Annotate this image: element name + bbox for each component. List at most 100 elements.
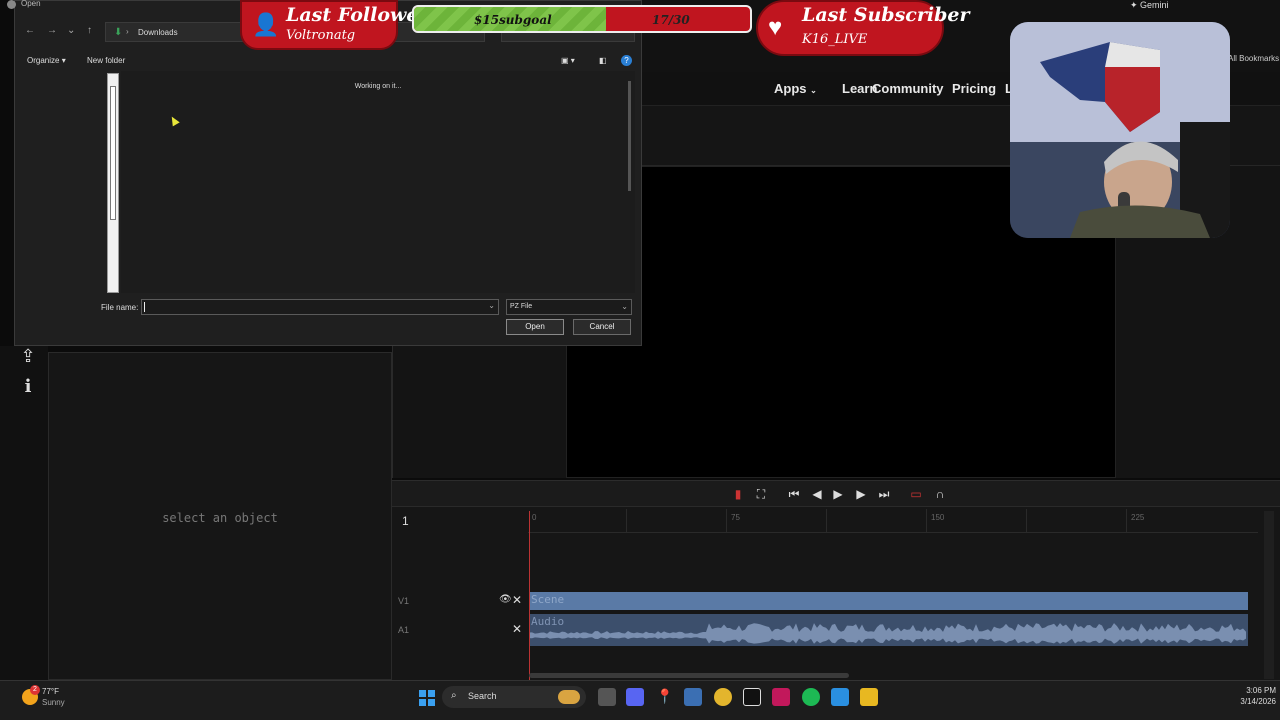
play-icon[interactable]: ▶ [830,486,846,502]
close-icon[interactable]: ✕ [512,622,522,636]
subscriber-title: Last Subscriber [802,4,970,26]
task-view-icon[interactable] [598,688,616,706]
loop-icon[interactable]: ▭ [908,486,924,502]
properties-panel: select an object [48,352,392,680]
weather-temperature[interactable]: 77°F [42,687,59,696]
breadcrumb-downloads[interactable]: Downloads [138,28,178,37]
up-arrow-icon[interactable]: ↑ [87,25,92,36]
chevron-down-icon: ⌄ [810,86,817,95]
open-button[interactable]: Open [506,319,564,335]
cancel-button[interactable]: Cancel [573,319,631,335]
discord-icon[interactable] [626,688,644,706]
audio-clip[interactable]: Audio [529,614,1248,646]
eye-icon[interactable]: 👁 [499,594,512,605]
record-icon[interactable]: ▮ [730,486,746,502]
ruler-tick: 150 [931,513,945,522]
ruler-line [626,509,627,533]
scrollbar-thumb[interactable] [110,86,116,220]
chrome-icon [7,0,16,9]
all-bookmarks[interactable]: All Bookmarks [1228,54,1279,63]
step-back-icon[interactable]: ◀ [809,486,825,502]
nav-pricing[interactable]: Pricing [952,81,996,96]
dialog-title: Open [21,0,41,8]
editor-icon[interactable] [831,688,849,706]
goal-count: 17/30 [652,13,690,27]
search-highlight-icon [558,690,580,704]
xmind-icon[interactable] [772,688,790,706]
close-icon[interactable]: ✕ [512,593,522,607]
heart-icon: ♥ [768,14,783,41]
subscriber-name: K16_LIVE [802,32,868,47]
left-rail: ⇪ i [0,346,48,680]
curve-icon[interactable]: ∩ [932,486,948,502]
open-file-dialog: Open ← → ⌄ ↑ ⬇ › Downloads Organize ▾ Ne… [7,0,642,346]
audio-clip-label: Audio [531,615,565,628]
taskbar-search-label: Search [468,691,497,701]
skip-start-icon[interactable]: ⏮ [786,486,802,502]
sub-goal-bar: $15subgoal 17/30 [412,5,752,33]
back-arrow-icon[interactable]: ← [25,25,35,36]
forward-arrow-icon[interactable]: → [47,25,57,36]
preview-pane-icon[interactable]: ◧ [599,56,607,65]
recent-dropdown-icon[interactable]: ⌄ [67,25,75,36]
filename-input[interactable]: ⌄ [141,299,499,315]
file-list-scrollbar[interactable] [628,81,631,191]
organize-menu[interactable]: Organize ▾ [27,56,66,65]
maps-pin-icon[interactable]: 📍 [656,688,674,706]
weather-condition[interactable]: Sunny [42,698,65,707]
filetype-value: PZ File [510,303,533,310]
time-ruler[interactable]: 0 75 150 225 [528,509,1258,533]
ruler-tick: 75 [731,513,740,522]
scene-clip[interactable]: Scene [529,592,1248,610]
ruler-line [926,509,927,533]
capcut-icon[interactable] [743,688,761,706]
file-explorer-icon[interactable] [860,688,878,706]
clock-date[interactable]: 3/14/2026 [1240,697,1276,706]
audio-waveform [529,623,1246,644]
taskbar-search[interactable]: ⌕ Search [442,686,586,708]
navigation-pane[interactable] [15,71,121,293]
playhead[interactable] [529,511,530,681]
file-list-pane[interactable]: Working on it... [121,71,635,293]
filename-label: File name: [101,303,139,312]
follower-name: Voltronatg [286,28,356,43]
ruler-tick: 0 [532,513,537,522]
step-forward-icon[interactable]: ▶ [853,486,869,502]
gemini-button[interactable]: ✦ Gemini [1130,0,1169,11]
skip-end-icon[interactable]: ⏭ [876,486,892,502]
follower-title: Last Follower [286,4,429,26]
timeline-vertical-scrollbar[interactable] [1264,511,1274,679]
ruler-line [1026,509,1027,533]
filetype-select[interactable]: PZ File ⌄ [506,299,632,315]
breadcrumb-chevron-icon: › [126,27,129,36]
last-subscriber-banner: ♥ Last Subscriber K16_LIVE [756,0,969,56]
upload-icon[interactable]: ⇪ [18,346,38,366]
ruler-line [826,509,827,533]
dialog-toolbar: Organize ▾ New folder ▣ ▾ ◧ ? [15,51,641,71]
view-options-icon[interactable]: ▣ ▾ [561,56,575,65]
navigation-scrollbar[interactable] [107,73,119,293]
ruler-tick: 225 [1131,513,1145,522]
timeline: ▮ ⛶ ⏮ ◀ ▶ ▶ ⏭ ▭ ∩ 1 0 75 150 225 V1 👁 ✕ … [392,480,1280,681]
windows-start-icon[interactable] [418,689,436,707]
chevron-down-icon[interactable]: ⌄ [488,301,495,310]
help-icon[interactable]: ? [621,55,632,66]
nav-apps-label: Apps [774,81,807,96]
text-caret [144,302,145,312]
fit-icon[interactable]: ⛶ [753,486,769,502]
chrome-icon[interactable] [714,688,732,706]
info-icon[interactable]: i [18,376,38,397]
search-icon: ⌕ [451,690,457,701]
clock-time[interactable]: 3:06 PM [1246,686,1276,695]
goal-label: $15subgoal [474,13,552,27]
nav-community[interactable]: Community [872,81,944,96]
nav-apps[interactable]: Apps ⌄ [774,81,817,96]
timeline-scrollbar[interactable] [529,673,849,678]
track-label-a1: A1 [398,625,410,635]
new-folder-button[interactable]: New folder [87,56,125,65]
spotify-icon[interactable] [802,688,820,706]
ruler-line [726,509,727,533]
app-icon[interactable] [684,688,702,706]
timeline-number: 1 [402,514,409,528]
download-icon: ⬇ [114,27,123,38]
